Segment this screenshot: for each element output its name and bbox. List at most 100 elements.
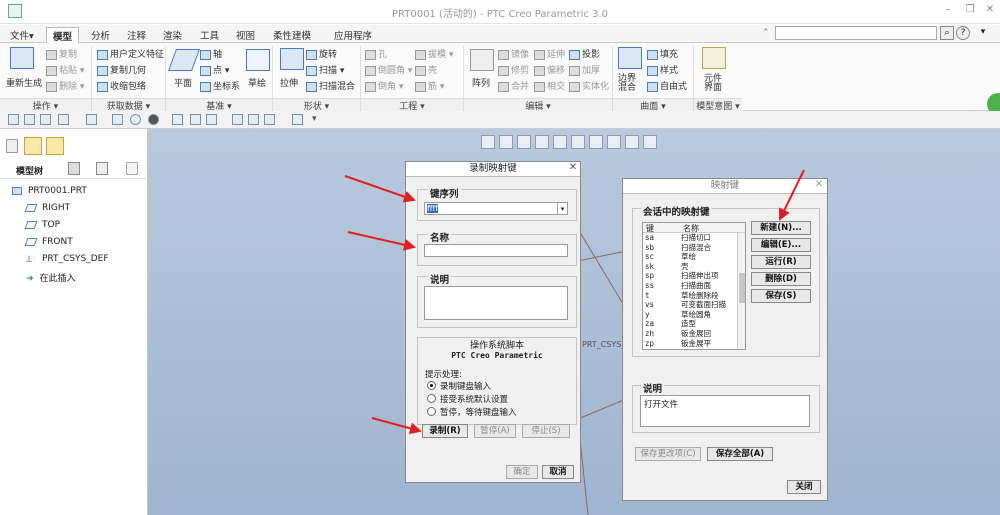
sweep-button[interactable]: 扫描 ▾ — [306, 63, 344, 76]
mapkey-key-cell[interactable]: sa — [645, 233, 654, 243]
mapkey-name-cell[interactable]: 草绘 — [681, 253, 696, 262]
group-shapes[interactable]: 形状 ▾ — [273, 98, 360, 112]
axis-button[interactable]: 轴 — [200, 47, 222, 60]
tree-filter-icon[interactable] — [126, 162, 138, 175]
mapkey-name-cell[interactable]: 扫描伸出项 — [681, 272, 719, 281]
mapkey-key-cell[interactable]: za — [645, 320, 654, 329]
group-operations[interactable]: 操作 ▾ — [0, 98, 91, 112]
close-button[interactable]: 关闭 — [787, 480, 821, 494]
shrinkwrap-button[interactable]: 收缩包络 — [97, 79, 146, 92]
component-interface-icon[interactable] — [702, 47, 726, 69]
mapkey-name-cell[interactable]: 钣金展平 — [681, 339, 711, 349]
saved-views-icon[interactable] — [172, 114, 183, 125]
mapkey-key-cell[interactable]: sp — [645, 272, 654, 281]
mapkey-name-cell[interactable]: 钣金展回 — [681, 329, 711, 339]
sketch-button[interactable]: 草绘 — [248, 76, 266, 89]
mapkey-key-cell[interactable]: ss — [645, 281, 654, 291]
measure-icon[interactable] — [206, 114, 217, 125]
plane-button[interactable]: 平面 — [174, 76, 192, 89]
mapkey-name-cell[interactable]: 草绘删除段 — [681, 291, 719, 301]
intersect-button[interactable]: 相交 — [534, 79, 565, 92]
close-icon[interactable]: ✕ — [567, 162, 579, 176]
mirror-button[interactable]: 镜像 — [498, 47, 529, 60]
mapkey-key-cell[interactable]: vs — [645, 301, 654, 310]
solidify-button[interactable]: 实体化 — [569, 79, 609, 92]
mapkey-name-cell[interactable]: 造型 — [681, 320, 696, 329]
mapkey-key-cell[interactable]: zp — [645, 339, 654, 349]
ok-button[interactable]: 确定 — [506, 465, 538, 479]
save-changed-button[interactable]: 保存更改项(C) — [635, 447, 701, 461]
trim-button[interactable]: 修剪 — [498, 63, 529, 76]
regenerate-icon[interactable] — [10, 47, 34, 69]
search-input[interactable] — [775, 26, 937, 40]
pattern-button[interactable]: 阵列 — [472, 76, 490, 89]
record-button[interactable]: 录制(R) — [422, 424, 468, 438]
csys-button[interactable]: 坐标系 — [200, 79, 240, 92]
merge-button[interactable]: 合并 — [498, 79, 529, 92]
dimension-icon[interactable] — [190, 114, 201, 125]
shell-button[interactable]: 壳 — [415, 63, 437, 76]
udf-button[interactable]: 用户定义特征 — [97, 47, 164, 60]
hole-button[interactable]: 孔 — [365, 47, 387, 60]
paste-button[interactable]: 粘贴 ▾ — [46, 63, 84, 76]
chevron-down-icon[interactable]: ▾ — [557, 203, 567, 214]
tab-file[interactable]: 文件▾ — [4, 27, 40, 43]
mapkey-name-cell[interactable]: 可变截面扫描 — [681, 301, 726, 310]
pause-button[interactable]: 暂停(A) — [474, 424, 516, 438]
copy-geometry-button[interactable]: 复制几何 — [97, 63, 146, 76]
name-input[interactable] — [424, 244, 568, 257]
boundary-blend-icon[interactable] — [618, 47, 642, 69]
swept-blend-button[interactable]: 扫描混合 — [306, 79, 355, 92]
plane-icon[interactable] — [167, 49, 201, 71]
undo-icon[interactable] — [58, 114, 69, 125]
restore-icon[interactable]: ❐ — [962, 4, 978, 18]
close-icon[interactable]: ✕ — [982, 4, 998, 18]
delete-mapkey-button[interactable]: 删除(D) — [751, 272, 811, 286]
open-icon[interactable] — [24, 114, 35, 125]
close-window-icon[interactable] — [292, 114, 303, 125]
display-style-icon[interactable] — [148, 114, 159, 125]
mapkey-name-cell[interactable]: 扫描切口 — [681, 233, 711, 243]
settings-dropdown-icon[interactable]: ▾ — [976, 26, 990, 40]
tab-render[interactable]: 渲染 — [157, 27, 188, 43]
description-textarea[interactable] — [424, 286, 568, 320]
draft-button[interactable]: 拔模 ▾ — [415, 47, 453, 60]
mapkey-key-cell[interactable]: y — [645, 310, 650, 320]
tree-item-insert-here[interactable]: ➜ 在此插入 — [26, 271, 76, 285]
style-button[interactable]: 样式 — [647, 63, 678, 76]
extrude-icon[interactable] — [280, 48, 304, 70]
save-icon[interactable] — [40, 114, 51, 125]
pattern-icon[interactable] — [470, 49, 494, 71]
mapkey-key-cell[interactable]: sc — [645, 253, 654, 262]
tab-annotate[interactable]: 注释 — [121, 27, 152, 43]
radio-record-keyboard[interactable] — [427, 381, 436, 390]
tree-item-front[interactable]: FRONT — [24, 237, 73, 251]
group-datum[interactable]: 基准 ▾ — [166, 98, 272, 112]
tab-model[interactable]: 模型 — [46, 27, 80, 43]
close-icon[interactable]: ✕ — [813, 179, 825, 193]
radio-pause[interactable] — [427, 407, 436, 416]
tree-columns-icon[interactable] — [96, 162, 108, 175]
tab-tools[interactable]: 工具 — [194, 27, 225, 43]
minimize-icon[interactable]: – — [940, 4, 956, 18]
mapkey-list[interactable]: 键 名称 sa 扫描切口 sb 扫描混合 sc 草绘 sk 壳 sp 扫描伸出项 ss 扫描曲面 t 草绘… — [642, 222, 746, 350]
run-mapkey-button[interactable]: 运行(R) — [751, 255, 811, 269]
fill-button[interactable]: 填充 — [647, 47, 678, 60]
mapkey-description-text[interactable]: 打开文件 — [640, 395, 810, 427]
rib-button[interactable]: 筋 ▾ — [415, 79, 444, 92]
group-get-data[interactable]: 获取数据 ▾ — [92, 98, 165, 112]
key-sequence-input[interactable]: ffff ▾ — [424, 202, 568, 215]
appearance-icon[interactable] — [130, 114, 141, 125]
tab-flexible-modeling[interactable]: 柔性建模 — [267, 27, 317, 43]
edit-mapkey-button[interactable]: 编辑(E)... — [751, 238, 811, 252]
revolve-button[interactable]: 旋转 — [306, 47, 337, 60]
save-mapkey-button[interactable]: 保存(S) — [751, 289, 811, 303]
help-icon[interactable]: ? — [956, 26, 970, 40]
component-interface-button[interactable]: 元件界面 — [704, 75, 726, 93]
save-all-button[interactable]: 保存全部(A) — [707, 447, 773, 461]
offset-button[interactable]: 偏移 — [534, 63, 565, 76]
copy-button[interactable]: 复制 — [46, 47, 77, 60]
freestyle-button[interactable]: 自由式 — [647, 79, 687, 92]
mapkey-key-cell[interactable]: sb — [645, 243, 654, 253]
thicken-button[interactable]: 加厚 — [569, 63, 600, 76]
